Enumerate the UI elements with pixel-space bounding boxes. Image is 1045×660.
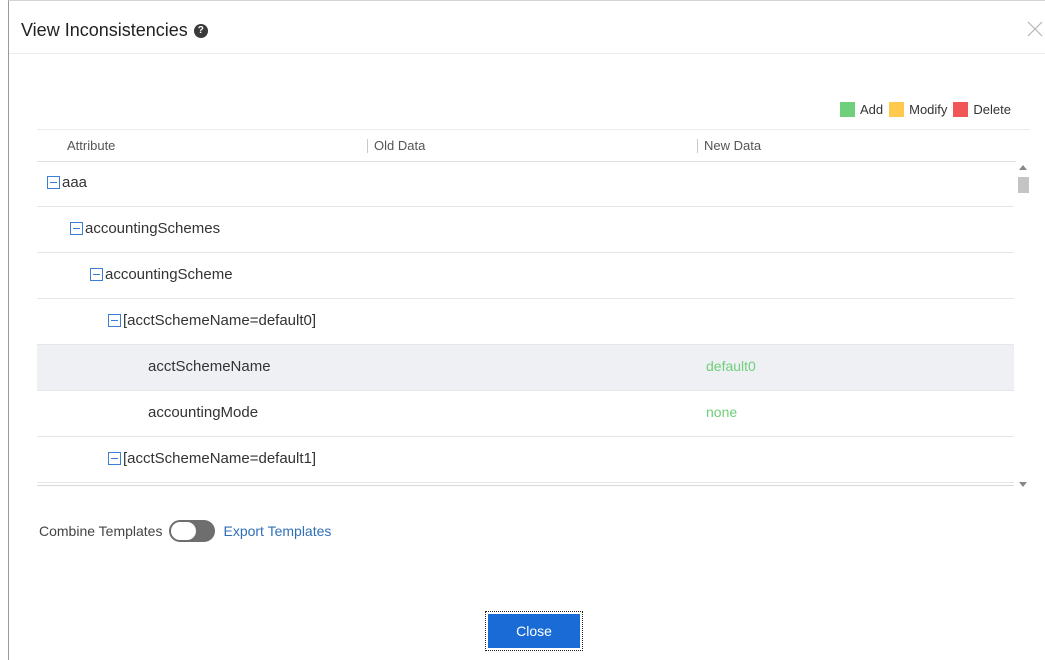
tree-node: aaa <box>47 174 87 191</box>
tree-node: accountingSchemes <box>70 220 220 237</box>
attribute-label: [acctSchemeName=default1] <box>123 450 317 467</box>
toggle-knob <box>171 522 197 540</box>
scroll-down-arrow-icon[interactable] <box>1019 482 1027 487</box>
close-button[interactable]: Close <box>485 611 583 651</box>
dialog-title-wrap: View Inconsistencies ? <box>21 20 208 41</box>
collapse-icon[interactable] <box>70 222 83 235</box>
combine-templates-toggle[interactable] <box>169 520 216 542</box>
table-row[interactable]: acctSchemeName default0 <box>37 345 1014 391</box>
attribute-label: accountingMode <box>148 404 259 421</box>
collapse-icon[interactable] <box>47 176 60 189</box>
dialog-title: View Inconsistencies <box>21 20 188 40</box>
table-row[interactable]: aaa <box>37 161 1014 207</box>
scrollbar-thumb[interactable] <box>1018 177 1029 193</box>
dialog-header: View Inconsistencies ? <box>9 1 1045 54</box>
column-header-new-data[interactable]: New Data <box>697 139 761 153</box>
attribute-label: accountingSchemes <box>85 220 221 237</box>
view-inconsistencies-dialog: View Inconsistencies ? Add Modify Delete A… <box>8 0 1045 660</box>
tree-node: acctSchemeName <box>148 358 271 375</box>
column-header-attribute[interactable]: Attribute <box>67 138 115 153</box>
collapse-icon[interactable] <box>108 452 121 465</box>
table-header: Attribute Old Data New Data <box>37 129 1030 162</box>
attribute-label: accountingScheme <box>105 266 233 283</box>
collapse-icon[interactable] <box>108 314 121 327</box>
attribute-label: [acctSchemeName=default0] <box>123 312 317 329</box>
export-templates-link[interactable]: Export Templates <box>223 523 331 539</box>
vertical-scrollbar[interactable] <box>1016 161 1030 491</box>
tree-node: accountingMode <box>148 404 258 421</box>
close-icon[interactable] <box>1025 19 1045 39</box>
legend-swatch-delete <box>953 102 969 117</box>
new-data-value: default0 <box>706 358 756 374</box>
scroll-up-arrow-icon[interactable] <box>1019 165 1027 170</box>
column-header-old-data[interactable]: Old Data <box>367 139 425 153</box>
new-data-value: none <box>706 404 738 420</box>
table-row[interactable]: accountingScheme <box>37 253 1014 299</box>
legend-item-add: Add <box>839 102 884 117</box>
attribute-label: aaa <box>62 174 88 191</box>
inconsistency-tree-table: aaa accountingSchemes accountingScheme [acc… <box>37 161 1014 486</box>
legend-item-modify: Modify <box>889 102 947 117</box>
table-row[interactable]: [acctSchemeName=default1] <box>37 437 1014 483</box>
tree-node: [acctSchemeName=default1] <box>108 450 316 467</box>
collapse-icon[interactable] <box>90 268 103 281</box>
legend-label: Add <box>859 102 884 117</box>
table-row[interactable]: accountingSchemes <box>37 207 1014 253</box>
attribute-label: acctSchemeName <box>148 358 271 375</box>
table-row[interactable]: accountingMode none <box>37 391 1014 437</box>
template-options: Combine Templates Export Templates <box>39 520 331 542</box>
legend-item-delete: Delete <box>953 102 1011 117</box>
tree-node: accountingScheme <box>90 266 233 283</box>
legend-swatch-add <box>839 102 855 117</box>
help-icon[interactable]: ? <box>193 23 208 38</box>
legend-label: Delete <box>973 102 1011 117</box>
table-row[interactable]: [acctSchemeName=default0] <box>37 299 1014 345</box>
combine-templates-label: Combine Templates <box>39 523 163 539</box>
change-legend: Add Modify Delete <box>834 102 1011 117</box>
tree-node: [acctSchemeName=default0] <box>108 312 316 329</box>
legend-swatch-modify <box>889 102 905 117</box>
legend-label: Modify <box>909 102 948 117</box>
